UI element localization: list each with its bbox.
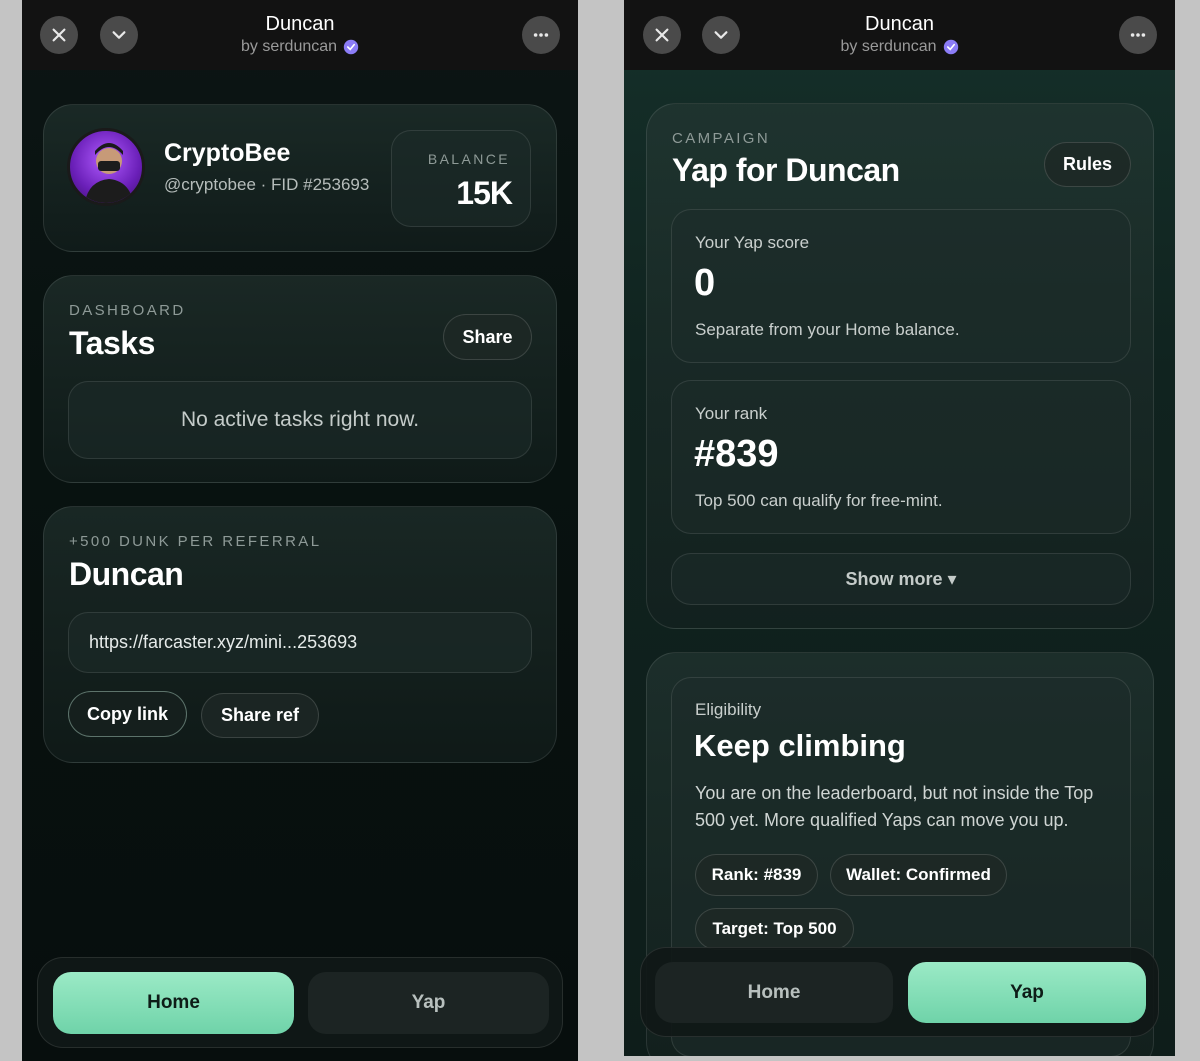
tasks-empty-state: No active tasks right now.	[68, 381, 532, 459]
tab-yap[interactable]: Yap	[308, 972, 549, 1034]
profile-name: CryptoBee	[164, 139, 291, 167]
home-screen: Duncan by serduncan CryptoBee @cryptobee…	[22, 0, 578, 1061]
close-icon	[655, 28, 669, 42]
campaign-card: CAMPAIGN Yap for Duncan Rules Your Yap s…	[646, 103, 1154, 629]
balance-label: BALANCE	[427, 151, 510, 167]
more-button[interactable]	[522, 16, 560, 54]
referral-link-text: https://farcaster.xyz/mini...253693	[89, 632, 358, 652]
copy-link-button[interactable]: Copy link	[68, 691, 187, 737]
collapse-button[interactable]	[100, 16, 138, 54]
avatar-illustration	[84, 143, 134, 203]
app-title: Duncan	[265, 13, 335, 35]
eligibility-label: Eligibility	[695, 700, 762, 719]
profile-handle: @cryptobee · FID #253693	[164, 175, 370, 194]
rules-button[interactable]: Rules	[1044, 142, 1131, 187]
tasks-share-button[interactable]: Share	[443, 314, 532, 360]
chevron-down-icon	[714, 31, 728, 39]
eligibility-title: Keep climbing	[694, 728, 906, 763]
rank-badge: Rank: #839	[695, 854, 818, 896]
verified-badge-icon	[343, 39, 359, 55]
more-icon	[533, 33, 549, 37]
eligibility-description: You are on the leaderboard, but not insi…	[695, 783, 1094, 830]
rank-label: Your rank	[695, 404, 768, 423]
close-button[interactable]	[40, 16, 78, 54]
tasks-title: Tasks	[69, 325, 155, 361]
share-ref-button[interactable]: Share ref	[201, 693, 319, 738]
wallet-badge: Wallet: Confirmed	[830, 854, 1007, 896]
yap-screen: Duncan by serduncan CAMPAIGN Yap for Dun…	[624, 0, 1175, 1056]
yap-score-box: Your Yap score 0 Separate from your Home…	[671, 209, 1131, 363]
app-title-block: Duncan by serduncan	[840, 12, 958, 58]
tasks-empty-text: No active tasks right now.	[180, 408, 420, 431]
top-bar: Duncan by serduncan	[22, 0, 578, 70]
tab-home[interactable]: Home	[655, 962, 893, 1023]
app-author: by serduncan	[840, 38, 937, 55]
verified-badge-icon	[943, 39, 958, 55]
app-title: Duncan	[865, 13, 934, 35]
rank-box: Your rank #839 Top 500 can qualify for f…	[671, 380, 1131, 534]
rank-note: Top 500 can qualify for free-mint.	[695, 491, 943, 510]
referral-card: +500 DUNK PER REFERRAL Duncan https://fa…	[43, 506, 557, 763]
balance-value: 15K	[456, 175, 513, 211]
show-more-label: Show more ▾	[845, 568, 957, 589]
app-title-block: Duncan by serduncan	[241, 12, 359, 58]
bottom-tab-bar: Home Yap	[640, 947, 1159, 1037]
avatar	[67, 128, 145, 206]
yap-score-value: 0	[694, 262, 716, 304]
target-badge: Target: Top 500	[695, 908, 854, 950]
balance-box: BALANCE 15K	[391, 130, 531, 227]
campaign-title: Yap for Duncan	[672, 152, 900, 188]
tab-yap[interactable]: Yap	[908, 962, 1146, 1023]
yap-score-note: Separate from your Home balance.	[695, 320, 960, 339]
tasks-eyebrow: DASHBOARD	[69, 302, 186, 319]
top-bar: Duncan by serduncan	[624, 0, 1175, 70]
tasks-card: DASHBOARD Tasks Share No active tasks ri…	[43, 275, 557, 483]
tab-home[interactable]: Home	[53, 972, 294, 1034]
close-icon	[52, 28, 66, 42]
bottom-tab-bar: Home Yap	[37, 957, 563, 1048]
profile-card: CryptoBee @cryptobee · FID #253693 BALAN…	[43, 104, 557, 252]
referral-eyebrow: +500 DUNK PER REFERRAL	[69, 533, 322, 550]
more-button[interactable]	[1119, 16, 1157, 54]
app-author: by serduncan	[240, 38, 338, 55]
show-more-button[interactable]: Show more ▾	[671, 553, 1131, 605]
referral-link-field[interactable]: https://farcaster.xyz/mini...253693	[68, 612, 532, 673]
more-icon	[1130, 33, 1146, 37]
collapse-button[interactable]	[702, 16, 740, 54]
campaign-eyebrow: CAMPAIGN	[672, 130, 771, 147]
chevron-down-icon	[112, 31, 126, 39]
close-button[interactable]	[643, 16, 681, 54]
rank-value: #839	[694, 433, 779, 475]
yap-score-label: Your Yap score	[695, 233, 810, 252]
referral-title: Duncan	[69, 556, 184, 592]
